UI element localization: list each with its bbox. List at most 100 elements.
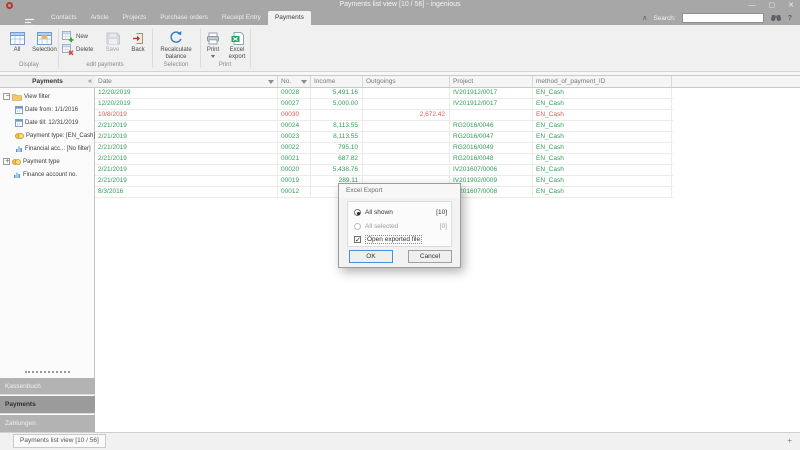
menu-tab-row: Contacts Article Projects Purchase order…: [0, 11, 800, 25]
tree-item-view-filter[interactable]: View filter: [0, 90, 95, 103]
table-all-icon: [10, 28, 25, 45]
filter-arrow-icon[interactable]: [301, 80, 307, 87]
collapse-ribbon-icon[interactable]: ∧: [642, 14, 647, 22]
filter-arrow-icon[interactable]: [268, 80, 274, 87]
cancel-button[interactable]: Cancel: [408, 250, 452, 263]
checkbox-open-exported-file[interactable]: Open exported file: [354, 235, 447, 244]
search-input[interactable]: [682, 13, 764, 23]
calendar-icon: [15, 106, 23, 114]
table-row[interactable]: 12/20/2019000275,000.00IV201912/0017EN_C…: [95, 99, 673, 110]
export-options-group: All shown [10] All selected [0] Open exp…: [347, 201, 452, 247]
count-badge: [10]: [436, 209, 447, 216]
coins-icon: [15, 132, 24, 140]
tab-projects[interactable]: Projects: [116, 11, 153, 25]
recalculate-balance-button[interactable]: Recalculate balance: [154, 28, 198, 65]
minimize-icon[interactable]: —: [749, 0, 756, 11]
radio-all-selected[interactable]: All selected [0]: [354, 222, 447, 231]
excel-file-icon: [231, 28, 244, 45]
delete-button[interactable]: Delete: [62, 44, 93, 55]
table-row[interactable]: 2/21/201900021687.82RG2016/0048EN_Cash: [95, 154, 673, 165]
grid-header-row: Date No. Income Outgoings Project method…: [95, 75, 800, 88]
status-view-tab[interactable]: Payments list view [10 / 56]: [13, 434, 106, 448]
table-row[interactable]: 2/21/2019000248,113.55RG2016/0046EN_Cash: [95, 121, 673, 132]
group-label-edit-payments: edit payments: [58, 62, 152, 70]
column-header-project[interactable]: Project: [450, 76, 533, 87]
folder-icon: [12, 93, 22, 101]
tree-item-payment-type-filter[interactable]: Payment type: [EN_Cash]: [0, 129, 95, 142]
close-icon[interactable]: ✕: [788, 0, 794, 11]
save-button[interactable]: Save: [101, 28, 124, 65]
radio-selected-icon: [354, 209, 361, 216]
help-icon[interactable]: ?: [788, 15, 792, 22]
column-header-filler: [672, 76, 800, 87]
count-badge: [0]: [440, 223, 447, 230]
window-title: Payments list view [10 / 56] - ingenious: [0, 1, 800, 8]
save-floppy-icon: [106, 28, 120, 45]
coins-icon: [12, 158, 21, 166]
tab-purchase-orders[interactable]: Purchase orders: [153, 11, 215, 25]
table-row[interactable]: 12/20/2019000285,491.16IV201912/0017EN_C…: [95, 88, 673, 99]
ok-button[interactable]: OK: [349, 250, 393, 263]
back-button[interactable]: Back: [126, 28, 150, 65]
sidebar-item-zahlungen[interactable]: Zahlungen: [0, 415, 95, 432]
filter-sidebar: Payments « View filter Date from: 1/1/20…: [0, 75, 95, 432]
print-button[interactable]: Print: [202, 28, 224, 65]
printer-icon: [206, 28, 220, 45]
radio-disabled-icon: [354, 223, 361, 230]
display-all-button[interactable]: All: [4, 28, 30, 65]
group-label-selection: Selection: [152, 62, 200, 70]
column-header-outgoings[interactable]: Outgoings: [363, 76, 450, 87]
expand-node-icon[interactable]: [3, 158, 10, 165]
table-row[interactable]: 2/21/2019000205,438.76IV201607/0006EN_Ca…: [95, 165, 673, 176]
tree-item-date-from[interactable]: Date from: 1/1/2016: [0, 103, 95, 116]
checkbox-checked-icon: [354, 236, 361, 243]
sidebar-panel-header: Payments «: [0, 75, 95, 88]
tree-item-finance-account-no[interactable]: Finance account no.: [0, 168, 95, 181]
menu-tabs: Contacts Article Projects Purchase order…: [44, 11, 311, 25]
ribbon: All Selection New Delete Save: [0, 25, 800, 72]
column-header-income[interactable]: Income: [311, 76, 363, 87]
tree-item-financial-acc-filter[interactable]: Financial acc..: [No filter]: [0, 142, 95, 155]
group-separator: [250, 28, 251, 68]
tree-item-payment-type[interactable]: Payment type: [0, 155, 95, 168]
tab-payments[interactable]: Payments: [268, 11, 311, 25]
filter-tree: View filter Date from: 1/1/2016 Date til…: [0, 90, 95, 181]
sidebar-item-payments[interactable]: Payments: [0, 396, 95, 414]
radio-all-shown[interactable]: All shown [10]: [354, 208, 447, 217]
delete-record-icon: [62, 44, 74, 56]
back-door-icon: [132, 28, 145, 45]
column-header-method[interactable]: method_of_payment_ID: [533, 76, 672, 87]
tree-item-date-till[interactable]: Date till: 12/31/2019: [0, 116, 95, 129]
titlebar: Payments list view [10 / 56] - ingenious…: [0, 0, 800, 11]
calendar-icon: [15, 119, 23, 127]
bar-chart-icon: [13, 171, 21, 179]
tab-article[interactable]: Article: [84, 11, 116, 25]
table-row[interactable]: 10/8/2019000302,672.42EN_Cash: [95, 110, 673, 121]
tab-contacts[interactable]: Contacts: [44, 11, 84, 25]
application-window: Payments list view [10 / 56] - ingenious…: [0, 0, 800, 450]
add-view-icon[interactable]: +: [787, 436, 792, 446]
new-record-icon: [62, 31, 74, 43]
table-row[interactable]: 2/21/2019000238,113.55RG2016/0047EN_Cash: [95, 132, 673, 143]
search-label: Search:: [653, 15, 675, 22]
excel-export-button[interactable]: Excel export: [225, 28, 249, 65]
table-row[interactable]: 2/21/201900022795.10RG2016/0049EN_Cash: [95, 143, 673, 154]
tabrow-right-cluster: ∧ Search: ?: [642, 11, 792, 25]
sidebar-panel-title: Payments: [0, 78, 95, 85]
group-label-display: Display: [0, 62, 58, 70]
sidebar-item-kassenbuch[interactable]: Kassenbuch: [0, 378, 95, 395]
column-header-no[interactable]: No.: [278, 76, 311, 87]
print-dropdown-icon[interactable]: [211, 55, 215, 60]
display-selection-button[interactable]: Selection: [31, 28, 58, 65]
column-header-date[interactable]: Date: [95, 76, 278, 87]
collapse-panel-icon[interactable]: «: [88, 78, 92, 85]
tab-receipt-entry[interactable]: Receipt Entry: [215, 11, 268, 25]
statusbar: Payments list view [10 / 56] +: [0, 432, 800, 450]
excel-export-dialog: Excel Export All shown [10] All selected…: [338, 183, 461, 268]
group-label-print: Print: [200, 62, 250, 70]
new-button[interactable]: New: [62, 31, 88, 42]
dialog-title: Excel Export: [339, 184, 460, 198]
collapse-node-icon[interactable]: [3, 93, 10, 100]
panel-splitter[interactable]: [25, 371, 70, 373]
grid-body: 12/20/2019000285,491.16IV201912/0017EN_C…: [95, 88, 800, 198]
